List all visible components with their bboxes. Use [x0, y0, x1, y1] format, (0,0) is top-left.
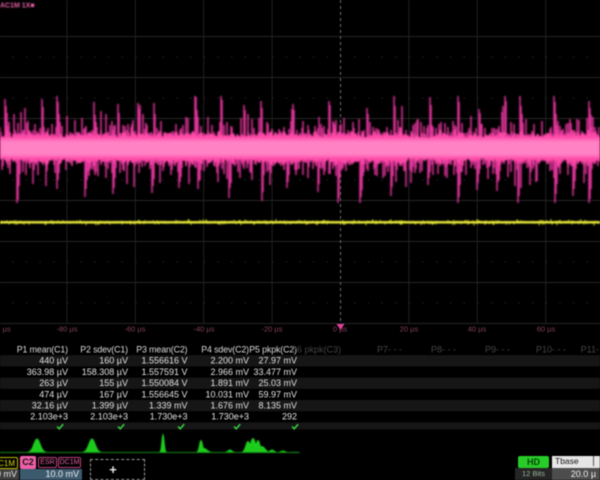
svg-text:160 µV: 160 µV	[99, 356, 128, 366]
svg-text:59.97 mV: 59.97 mV	[258, 389, 297, 399]
svg-text:P2 sdev(C1): P2 sdev(C1)	[80, 344, 128, 354]
svg-text:1.556616 V: 1.556616 V	[141, 356, 187, 366]
svg-text:363.98 µV: 363.98 µV	[27, 367, 68, 377]
svg-text:8.135 mV: 8.135 mV	[258, 401, 297, 411]
svg-text:P3 mean(C2): P3 mean(C2)	[136, 344, 187, 354]
svg-text:2.103e+3: 2.103e+3	[90, 412, 128, 422]
svg-text:1.556645 V: 1.556645 V	[141, 389, 187, 399]
svg-text:1.730e+3: 1.730e+3	[150, 412, 188, 422]
svg-text:40 µs: 40 µs	[468, 325, 487, 334]
svg-text:-60 µs: -60 µs	[125, 325, 146, 334]
svg-text:155 µV: 155 µV	[99, 378, 128, 388]
svg-text:2.966 mV: 2.966 mV	[210, 367, 249, 377]
svg-text:1.730e+3: 1.730e+3	[211, 412, 249, 422]
svg-text:1.550084 V: 1.550084 V	[141, 378, 187, 388]
svg-text:1.557591 V: 1.557591 V	[141, 367, 187, 377]
svg-text:1.399 µV: 1.399 µV	[92, 401, 128, 411]
svg-text:20 µs: 20 µs	[400, 325, 419, 334]
svg-text:P8- - -: P8- - -	[431, 344, 456, 354]
svg-text:-20 µs: -20 µs	[262, 325, 283, 334]
svg-text:-80 µs: -80 µs	[57, 325, 78, 334]
svg-text:AC1M 1X■: AC1M 1X■	[0, 3, 35, 10]
svg-text:P5 pkpk(C2): P5 pkpk(C2)	[249, 344, 297, 354]
svg-text:1.891 mV: 1.891 mV	[210, 378, 249, 388]
svg-text:-100 µs: -100 µs	[0, 325, 11, 334]
svg-text:263 µV: 263 µV	[39, 378, 68, 388]
svg-text:60 µs: 60 µs	[537, 325, 556, 334]
svg-text:32.16 µV: 32.16 µV	[32, 401, 68, 411]
svg-text:25.03 mV: 25.03 mV	[258, 378, 297, 388]
svg-text:P7- - -: P7- - -	[377, 344, 402, 354]
svg-text:158.308 µV: 158.308 µV	[82, 367, 128, 377]
svg-text:2.103e+3: 2.103e+3	[30, 412, 68, 422]
svg-text:1.339 mV: 1.339 mV	[149, 401, 188, 411]
svg-text:292: 292	[282, 412, 297, 422]
svg-text:P6 pkpk(C3): P6 pkpk(C3)	[291, 344, 341, 354]
svg-text:P10- - -: P10- - -	[536, 344, 566, 354]
svg-text:P11- - -: P11- - -	[581, 344, 600, 354]
svg-text:10.031 mV: 10.031 mV	[205, 389, 249, 399]
svg-text:474 µV: 474 µV	[39, 389, 68, 399]
svg-text:P9- - -: P9- - -	[485, 344, 510, 354]
svg-text:1.676 mV: 1.676 mV	[210, 401, 249, 411]
svg-text:-40 µs: -40 µs	[194, 325, 215, 334]
svg-text:167 µV: 167 µV	[99, 389, 128, 399]
svg-text:33.477 mV: 33.477 mV	[253, 367, 297, 377]
svg-text:P1 mean(C1): P1 mean(C1)	[17, 344, 68, 354]
svg-text:P4 sdev(C2): P4 sdev(C2)	[201, 344, 249, 354]
svg-text:27.97 mV: 27.97 mV	[258, 356, 297, 366]
svg-text:440 µV: 440 µV	[39, 356, 68, 366]
svg-text:2.200 mV: 2.200 mV	[210, 356, 249, 366]
